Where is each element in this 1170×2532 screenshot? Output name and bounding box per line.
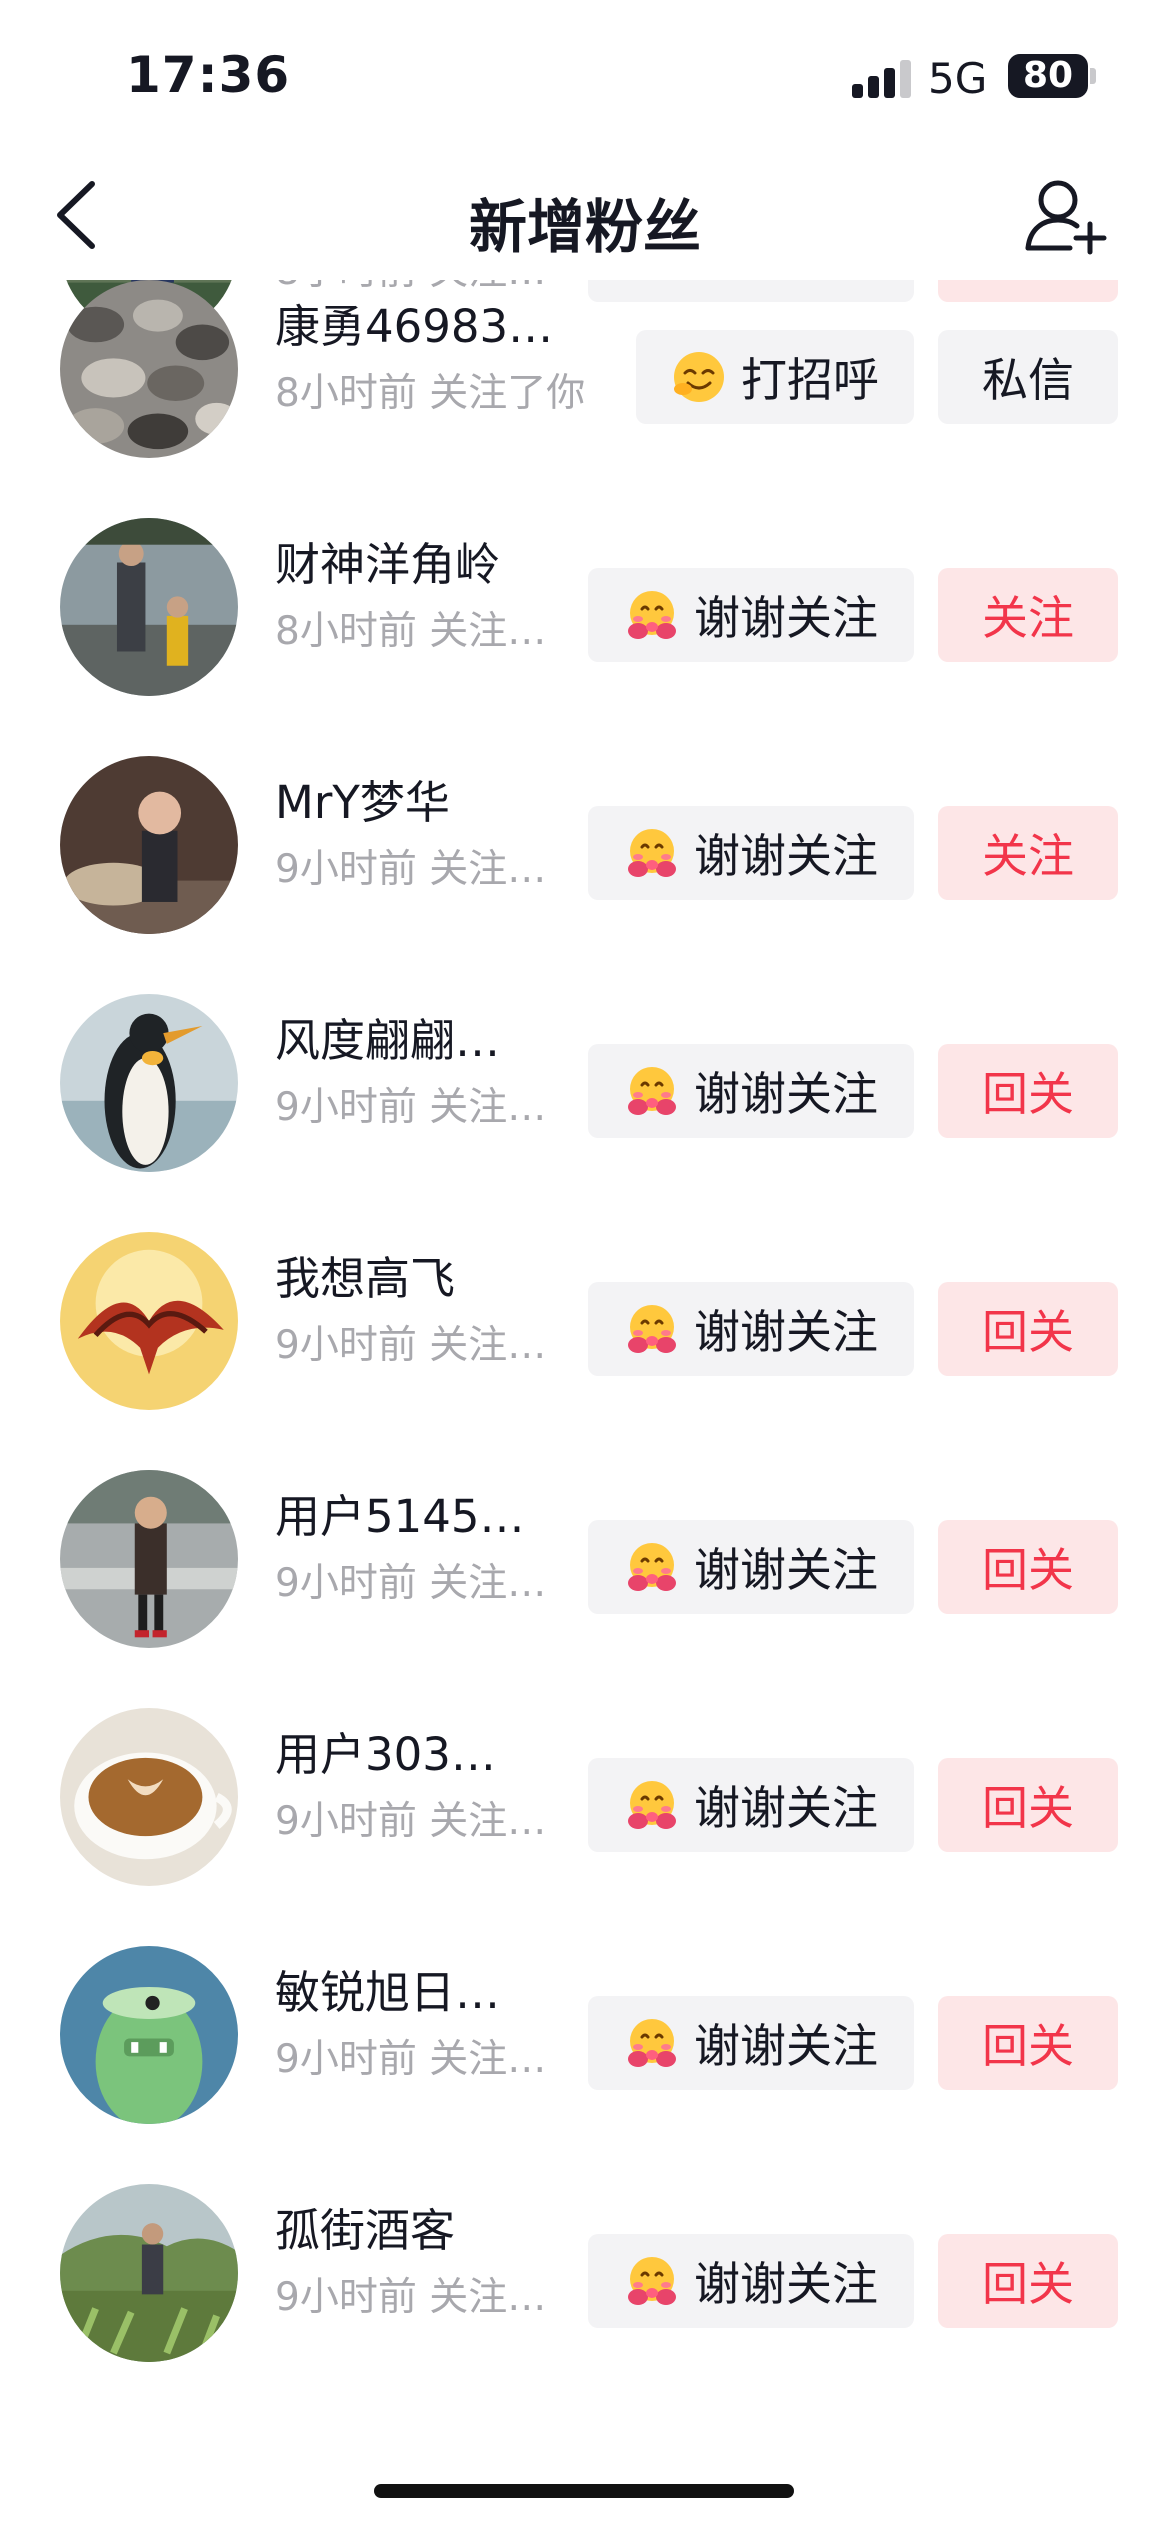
follower-name[interactable]: 康勇46983… [275, 290, 553, 355]
list-item[interactable]: 风度翩翩… 9小时前 关注… 谢谢关注 回关 [0, 936, 1170, 1174]
hug-emoji-icon [628, 2257, 676, 2305]
thanks-label: 谢谢关注 [694, 1781, 878, 1835]
add-user-button[interactable] [1020, 170, 1110, 260]
list-item[interactable]: 孤街酒客 9小时前 关注… 谢谢关注 回关 [0, 2126, 1170, 2364]
follow-button[interactable]: 关注 [938, 568, 1118, 662]
network-type: 5G [928, 54, 988, 103]
battery-icon: 80 [1008, 54, 1088, 98]
follower-meta: 9小时前 关注… [275, 1561, 547, 1606]
thanks-label: 谢谢关注 [694, 1305, 878, 1359]
follower-name[interactable]: 孤街酒客 [275, 2194, 455, 2259]
avatar[interactable] [60, 518, 238, 696]
hug-emoji-icon [628, 1543, 676, 1591]
follow-back-button[interactable]: 回关 [938, 1282, 1118, 1376]
thanks-label: 谢谢关注 [694, 2257, 878, 2311]
avatar[interactable] [60, 756, 238, 934]
message-button[interactable]: 私信 [938, 330, 1118, 424]
follower-name[interactable]: 用户303… [275, 1718, 496, 1783]
status-time: 17:36 [126, 46, 291, 104]
follower-name[interactable]: 敏锐旭日… [275, 1956, 500, 2021]
follower-meta: 9小时前 关注… [275, 1085, 547, 1130]
thanks-button[interactable]: 谢谢关注 [588, 1520, 914, 1614]
follow-back-button[interactable]: 回关 [938, 1520, 1118, 1614]
thanks-button[interactable]: 谢谢关注 [588, 2234, 914, 2328]
thanks-label: 谢谢关注 [694, 829, 878, 883]
follower-meta: 9小时前 关注… [275, 1323, 547, 1368]
list-item[interactable]: MrY梦华 9小时前 关注… 谢谢关注 关注 [0, 698, 1170, 936]
follower-meta: 8小时前 关注了你 [275, 371, 586, 416]
list-item[interactable]: 财神洋角岭 8小时前 关注… 谢谢关注 关注 [0, 460, 1170, 698]
thanks-label: 谢谢关注 [694, 591, 878, 645]
nav-bar: 新增粉丝 [0, 150, 1170, 280]
follow-back-button[interactable]: 回关 [938, 1996, 1118, 2090]
follower-meta: 9小时前 关注… [275, 2037, 547, 2082]
thanks-button[interactable]: 谢谢关注 [588, 806, 914, 900]
follower-meta: 9小时前 关注… [275, 1799, 547, 1844]
follow-back-button[interactable]: 回关 [938, 1758, 1118, 1852]
follow-button[interactable]: 关注 [938, 806, 1118, 900]
hug-emoji-icon [628, 591, 676, 639]
follower-meta: 9小时前 关注… [275, 2275, 547, 2320]
follower-name[interactable]: 我想高飞 [275, 1242, 455, 1307]
smile-emoji-icon [674, 352, 724, 402]
avatar[interactable] [60, 1708, 238, 1886]
thanks-button[interactable]: 谢谢关注 [588, 1996, 914, 2090]
avatar[interactable] [60, 280, 238, 458]
follower-name[interactable]: 风度翩翩… [275, 1004, 500, 1069]
avatar[interactable] [60, 1232, 238, 1410]
thanks-label: 谢谢关注 [694, 2019, 878, 2073]
battery-tip [1090, 68, 1096, 84]
hug-emoji-icon [628, 829, 676, 877]
hug-emoji-icon [628, 1305, 676, 1353]
avatar[interactable] [60, 1470, 238, 1648]
thanks-button[interactable]: 谢谢关注 [588, 1044, 914, 1138]
follower-name[interactable]: 用户5145… [275, 1480, 525, 1545]
follower-meta: 8小时前 关注… [275, 609, 547, 654]
thanks-button[interactable]: 谢谢关注 [588, 568, 914, 662]
hug-emoji-icon [628, 1781, 676, 1829]
avatar[interactable] [60, 994, 238, 1172]
status-bar: 17:36 5G 80 [0, 0, 1170, 150]
page-title: 新增粉丝 [468, 193, 701, 261]
add-user-icon [1025, 180, 1107, 255]
home-indicator[interactable] [374, 2484, 794, 2498]
follow-back-button[interactable]: 回关 [938, 1044, 1118, 1138]
follow-back-button[interactable]: 回关 [938, 2234, 1118, 2328]
list-item[interactable]: 敏锐旭日… 9小时前 关注… 谢谢关注 回关 [0, 1888, 1170, 2126]
follower-meta: 9小时前 关注… [275, 847, 547, 892]
greet-button[interactable]: 打招呼 [636, 330, 914, 424]
list-item[interactable]: 我想高飞 9小时前 关注… 谢谢关注 回关 [0, 1174, 1170, 1412]
signal-icon [852, 58, 912, 98]
thanks-label: 谢谢关注 [694, 1543, 878, 1597]
hug-emoji-icon [628, 2019, 676, 2067]
thanks-label: 谢谢关注 [694, 1067, 878, 1121]
list-item[interactable]: 用户303… 9小时前 关注… 谢谢关注 回关 [0, 1650, 1170, 1888]
follower-list[interactable]: 8小时前 关注… 康勇46983… 8小时前 关注了你 打招呼 [0, 280, 1170, 2500]
avatar[interactable] [60, 1946, 238, 2124]
greet-label: 打招呼 [741, 353, 879, 407]
hug-emoji-icon [628, 1067, 676, 1115]
list-item[interactable]: 康勇46983… 8小时前 关注了你 打招呼 私信 [0, 280, 1170, 460]
avatar[interactable] [60, 2184, 238, 2362]
follower-name[interactable]: MrY梦华 [275, 766, 450, 831]
thanks-button[interactable]: 谢谢关注 [588, 1282, 914, 1376]
list-item[interactable]: 用户5145… 9小时前 关注… 谢谢关注 回关 [0, 1412, 1170, 1650]
thanks-button[interactable]: 谢谢关注 [588, 1758, 914, 1852]
follower-name[interactable]: 财神洋角岭 [275, 528, 500, 593]
